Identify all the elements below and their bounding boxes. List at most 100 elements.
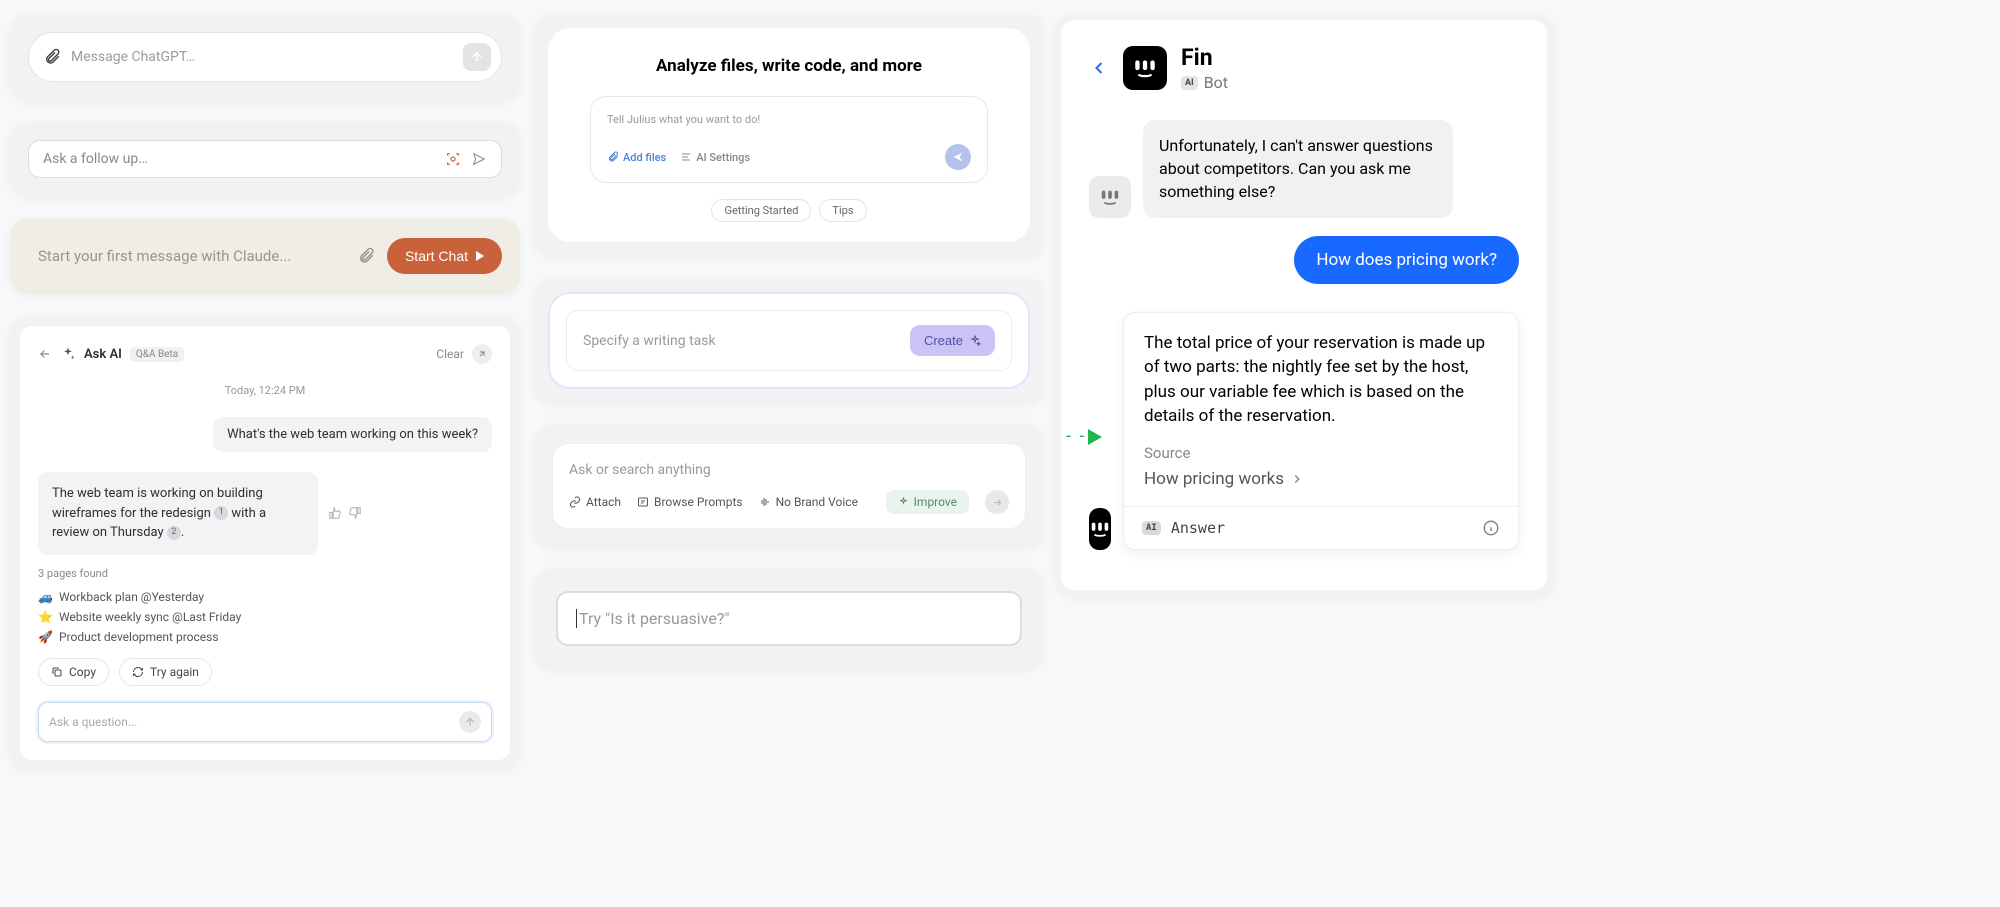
fin-logo (1123, 46, 1167, 90)
tryagain-button[interactable]: Try again (119, 658, 212, 686)
improve-button[interactable]: Improve (886, 490, 969, 514)
copy-button[interactable]: Copy (38, 658, 109, 686)
persuasive-placeholder: Try "Is it persuasive?" (579, 609, 730, 628)
askai-badge: Q&A Beta (130, 347, 184, 362)
back-icon[interactable] (1089, 58, 1109, 78)
play-icon (476, 251, 484, 261)
send-button[interactable] (463, 43, 491, 71)
source-link[interactable]: How pricing works (1144, 467, 1498, 492)
page-result-1[interactable]: 🚙 Workback plan @Yesterday (38, 590, 492, 604)
bot-label: Bot (1204, 73, 1228, 92)
create-button[interactable]: Create (910, 325, 995, 356)
voice-label: No Brand Voice (776, 495, 858, 509)
askai-header: Ask AI Q&A Beta Clear (38, 344, 492, 364)
page-emoji: 🚀 (38, 630, 53, 644)
attach-icon[interactable] (43, 48, 61, 66)
chip-tips[interactable]: Tips (819, 199, 866, 222)
ai-settings-label: AI Settings (696, 151, 750, 164)
browse-prompts-button[interactable]: Browse Prompts (637, 495, 743, 509)
page-result-2[interactable]: ⭐ Website weekly sync @Last Friday (38, 610, 492, 624)
browse-label: Browse Prompts (654, 495, 743, 509)
page-emoji: 🚙 (38, 590, 53, 604)
julius-input-box[interactable]: Tell Julius what you want to do! Add fil… (590, 96, 988, 183)
attach-button[interactable]: Attach (569, 495, 621, 509)
writing-placeholder: Specify a writing task (583, 333, 900, 349)
search-box[interactable]: Ask or search anything Attach Browse Pro… (552, 443, 1026, 529)
copy-label: Copy (69, 665, 96, 679)
timestamp: Today, 12:24 PM (38, 384, 492, 397)
chatgpt-placeholder: Message ChatGPT… (71, 49, 453, 65)
sparkle-icon (60, 346, 76, 362)
chip-getting-started[interactable]: Getting Started (711, 199, 811, 222)
clear-button[interactable]: Clear (436, 347, 464, 361)
fin-message-1: Unfortunately, I can't answer questions … (1089, 120, 1519, 218)
askai-title: Ask AI (84, 347, 122, 362)
fin-card: Fin AI Bot Unfortunately, I can't answer… (1055, 14, 1555, 596)
page-emoji: ⭐ (38, 610, 53, 624)
start-chat-label: Start Chat (405, 248, 468, 264)
answer-footer: AI Answer (1124, 506, 1518, 549)
user-message: How does pricing work? (1294, 236, 1519, 284)
chatgpt-card: Message ChatGPT… (10, 14, 520, 100)
page-text: Workback plan @Yesterday (59, 590, 204, 604)
julius-title: Analyze files, write code, and more (590, 56, 988, 76)
scan-icon[interactable] (445, 151, 461, 167)
ai-settings-button[interactable]: AI Settings (680, 151, 750, 164)
thumbs-down-icon[interactable] (348, 506, 362, 520)
fin-avatar (1089, 176, 1131, 218)
julius-placeholder: Tell Julius what you want to do! (607, 113, 971, 126)
followup-card: Ask a follow up… (10, 122, 520, 196)
page-text: Product development process (59, 630, 219, 644)
add-files-button[interactable]: Add files (607, 151, 666, 164)
ref-badge-1[interactable]: 1 (214, 506, 228, 520)
create-label: Create (924, 333, 963, 348)
claude-card: Start your first message with Claude... … (10, 218, 520, 294)
source-label: Source (1144, 443, 1498, 465)
answer-label: Answer (1171, 519, 1225, 537)
page-text: Website weekly sync @Last Friday (59, 610, 241, 624)
send-button[interactable] (459, 711, 481, 733)
askai-card: Ask AI Q&A Beta Clear Today, 12:24 PM Wh… (10, 316, 520, 770)
arrow-indicator: - - (1066, 426, 1102, 447)
tryagain-label: Try again (150, 665, 199, 679)
fin-bot-message: Unfortunately, I can't answer questions … (1143, 120, 1453, 218)
askai-input[interactable]: Ask a question... (38, 702, 492, 742)
writing-input[interactable]: Specify a writing task Create (566, 310, 1012, 371)
start-chat-button[interactable]: Start Chat (387, 238, 502, 274)
answer-body: The total price of your reservation is m… (1144, 331, 1498, 430)
ai-badge: AI (1181, 76, 1198, 90)
attach-icon[interactable] (357, 247, 375, 265)
back-icon[interactable] (38, 347, 52, 361)
sparkle-icon (969, 335, 981, 347)
chevron-right-icon (1290, 472, 1304, 486)
pages-found: 3 pages found (38, 567, 492, 580)
chatgpt-input[interactable]: Message ChatGPT… (28, 32, 502, 82)
thumbs-up-icon[interactable] (328, 506, 342, 520)
fin-answer-card: The total price of your reservation is m… (1123, 312, 1519, 550)
followup-placeholder: Ask a follow up… (43, 151, 435, 167)
search-placeholder: Ask or search anything (569, 458, 1009, 490)
fin-name: Fin (1181, 44, 1228, 71)
user-message: What's the web team working on this week… (213, 417, 492, 452)
ai-badge: AI (1142, 521, 1161, 535)
ref-badge-2[interactable]: 2 (167, 526, 181, 540)
improve-label: Improve (914, 495, 957, 509)
followup-input[interactable]: Ask a follow up… (28, 140, 502, 178)
brand-voice-button[interactable]: No Brand Voice (759, 495, 858, 509)
persuasive-card: Try "Is it persuasive?" (534, 569, 1044, 668)
ai-message: The web team is working on building wire… (38, 472, 318, 555)
expand-icon[interactable] (472, 344, 492, 364)
info-icon[interactable] (1482, 519, 1500, 537)
send-button[interactable] (945, 144, 971, 170)
page-result-3[interactable]: 🚀 Product development process (38, 630, 492, 644)
writing-card: Specify a writing task Create (534, 278, 1044, 403)
fin-header: Fin AI Bot (1089, 44, 1519, 92)
search-card: Ask or search anything Attach Browse Pro… (534, 425, 1044, 547)
fin-answer-row: The total price of your reservation is m… (1089, 312, 1519, 550)
persuasive-input[interactable]: Try "Is it persuasive?" (556, 591, 1022, 646)
add-files-label: Add files (623, 151, 666, 164)
claude-placeholder[interactable]: Start your first message with Claude... (28, 247, 345, 265)
send-button[interactable] (985, 490, 1009, 514)
send-icon[interactable] (471, 151, 487, 167)
julius-card: Analyze files, write code, and more Tell… (534, 14, 1044, 256)
